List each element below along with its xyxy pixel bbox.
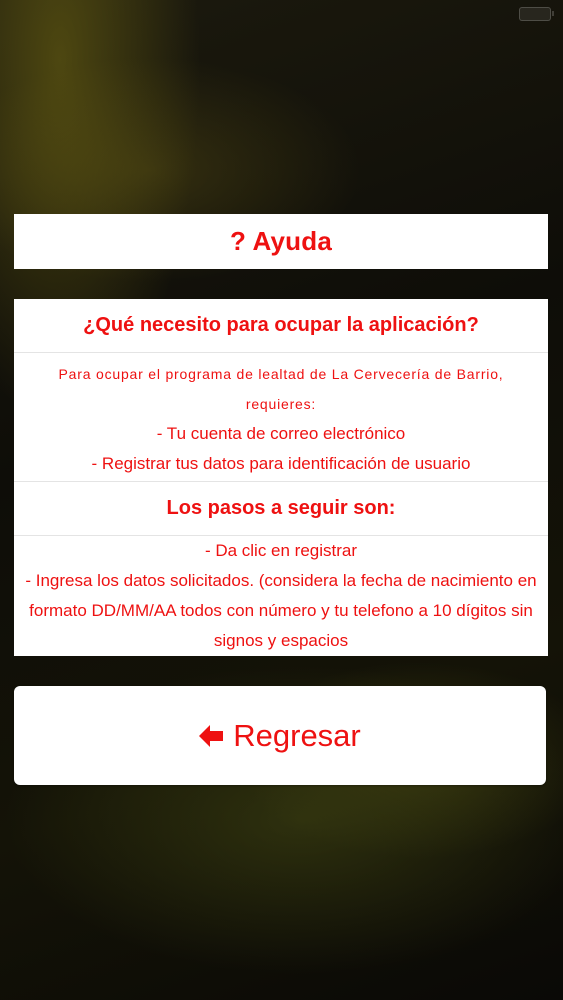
help-title-card: ? Ayuda (14, 214, 548, 269)
intro-text: Para ocupar el programa de lealtad de La… (58, 366, 504, 412)
steps-header: Los pasos a seguir son: (14, 482, 548, 536)
steps-list: - Da clic en registrar - Ingresa los dat… (14, 536, 548, 656)
question-header: ¿Qué necesito para ocupar la aplicación? (14, 299, 548, 353)
back-button-label: Regresar (233, 717, 361, 753)
status-bar (0, 0, 563, 26)
arrow-left-icon (199, 724, 224, 747)
battery-icon (519, 7, 554, 21)
page-title: ? Ayuda (229, 226, 333, 256)
step-item: - Da clic en registrar (204, 541, 358, 560)
requirements-list: - Tu cuenta de correo electrónico - Regi… (14, 419, 548, 482)
back-button[interactable]: Regresar (14, 686, 546, 785)
requirement-item: - Tu cuenta de correo electrónico (156, 424, 406, 443)
requirement-item: - Registrar tus datos para identificació… (91, 454, 471, 473)
help-content-card: ¿Qué necesito para ocupar la aplicación?… (14, 299, 548, 656)
step-item: - Ingresa los datos solicitados. (consid… (25, 571, 537, 650)
